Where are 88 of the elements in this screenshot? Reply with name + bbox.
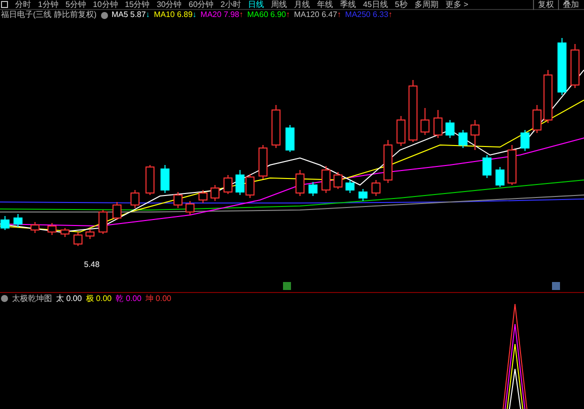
period-tab[interactable]: 60分钟	[188, 0, 214, 8]
settings-icon[interactable]	[100, 12, 108, 18]
period-tab[interactable]: 30分钟	[156, 0, 182, 8]
indicator-value: MA10 6.89	[154, 11, 193, 19]
candlestick	[0, 216, 10, 230]
candlestick	[272, 104, 280, 148]
indicator-value: 极 0.00	[86, 294, 112, 302]
candlestick	[520, 130, 530, 152]
candlestick	[532, 104, 542, 134]
candlestick	[346, 180, 354, 194]
candlestick	[558, 38, 566, 96]
candlestick	[396, 116, 406, 146]
candlestick	[60, 228, 70, 238]
candlestick	[224, 174, 232, 194]
period-tab[interactable]: 2小时	[220, 0, 241, 8]
candlestick	[408, 80, 418, 142]
candlestick	[570, 44, 580, 88]
trend-arrow: ↓	[146, 11, 150, 19]
candlestick	[322, 166, 330, 194]
indicator-value: 太 0.00	[56, 294, 82, 302]
period-tab[interactable]: 5秒	[394, 0, 408, 8]
candlestick	[198, 190, 208, 204]
toolbar-button[interactable]: 复权	[533, 0, 558, 10]
candlestick	[446, 120, 454, 138]
trend-arrow: ↑	[286, 11, 290, 19]
indicator-value: 乾 0.00	[116, 294, 142, 302]
candlestick	[434, 110, 442, 138]
candlestick	[334, 172, 342, 190]
candlestick	[286, 124, 294, 152]
indicator-value: MA5 5.87	[112, 11, 146, 19]
candlestick	[372, 180, 380, 196]
candlestick	[112, 202, 122, 220]
candlestick	[470, 120, 480, 150]
trend-arrow: ↑	[239, 11, 244, 19]
signal-icon	[552, 282, 560, 290]
candlestick	[384, 140, 392, 184]
candlestick	[308, 182, 318, 196]
candlestick	[14, 214, 22, 228]
settings-icon[interactable]	[1, 295, 8, 302]
candlestick	[98, 210, 108, 234]
period-tab[interactable]: 年线	[316, 0, 333, 8]
candlestick	[296, 170, 304, 196]
period-tab[interactable]: 45日线	[362, 0, 388, 8]
candlestick	[246, 174, 254, 198]
trend-arrow: ↑	[388, 11, 392, 19]
period-tab[interactable]: 日线	[248, 0, 264, 8]
candlestick	[174, 192, 182, 208]
period-tab[interactable]: 1分钟	[38, 0, 58, 8]
candlestick	[30, 222, 40, 234]
candlestick	[236, 170, 244, 196]
period-tab[interactable]: 周线	[270, 0, 287, 8]
indicator-title: 太极乾坤图	[12, 294, 52, 302]
trend-arrow: ↑	[337, 11, 342, 19]
candlestick	[508, 144, 516, 186]
indicator-value: MA60 6.90	[247, 11, 286, 19]
candlestick	[146, 164, 154, 196]
candlestick	[160, 164, 170, 194]
indicator-value: MA20 7.98	[200, 11, 240, 19]
period-tab[interactable]: 10分钟	[92, 0, 118, 8]
period-tab[interactable]: 分时	[15, 0, 31, 8]
indicator-value: MA250 6.33	[345, 11, 388, 19]
candlestick	[258, 144, 268, 180]
period-tab[interactable]: 季线	[340, 0, 356, 8]
candlestick	[48, 222, 56, 236]
candlestick	[496, 166, 504, 188]
box-icon[interactable]	[1, 1, 8, 8]
low-price-label: 5.48	[84, 261, 100, 269]
indicator-value: MA120 6.47	[294, 11, 338, 19]
candlestick	[130, 190, 140, 208]
candlestick	[482, 154, 492, 178]
candlestick	[544, 70, 552, 124]
period-tab[interactable]: 15分钟	[124, 0, 150, 8]
candlestick	[74, 232, 82, 246]
candlestick	[210, 184, 220, 202]
candlestick	[358, 188, 368, 202]
indicator-value: 坤 0.00	[145, 294, 172, 302]
candlestick	[86, 228, 94, 240]
trend-arrow: ↓	[192, 11, 197, 19]
candlestick	[186, 200, 194, 216]
chart-title: 福日电子(三线 静比前复权)	[1, 11, 97, 19]
period-tab[interactable]: 5分钟	[65, 0, 86, 8]
period-tab[interactable]: 更多 >	[445, 0, 468, 8]
candlestick	[420, 108, 430, 136]
period-tab[interactable]: 月线	[294, 0, 310, 8]
candlestick	[458, 130, 468, 148]
toolbar-button[interactable]: 叠加	[558, 0, 583, 10]
period-tab[interactable]: 多周期	[414, 0, 438, 8]
signal-icon	[283, 282, 291, 290]
